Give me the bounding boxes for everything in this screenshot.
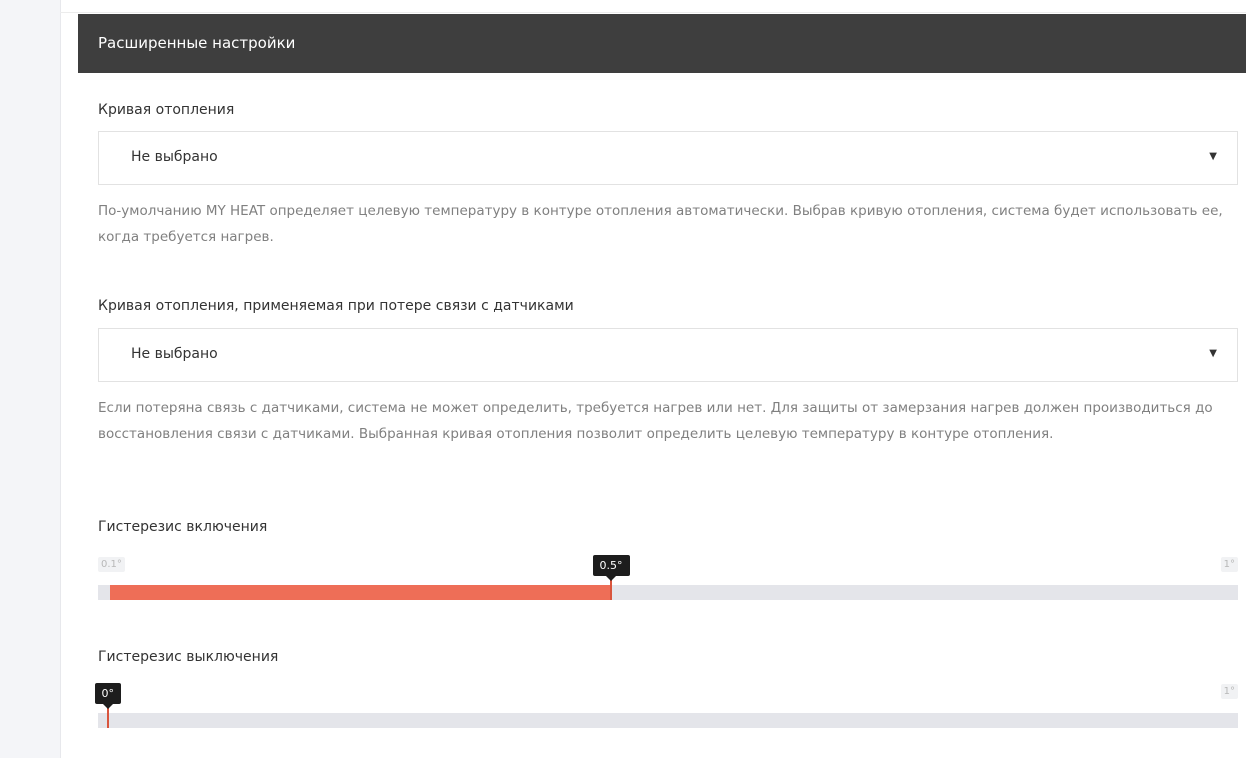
hysteresis-on-label: Гистерезис включения [98, 519, 268, 535]
hysteresis-off-value-tooltip: 0° [94, 683, 121, 709]
fallback-curve-label: Кривая отопления, применяемая при потере… [98, 298, 574, 314]
hysteresis-off-slider[interactable]: 0° [94, 683, 1238, 728]
hysteresis-on-slider[interactable]: 0.5° [98, 555, 1238, 600]
heating-curve-label: Кривая отопления [98, 102, 235, 118]
hysteresis-off-max-label: 1° [1220, 684, 1238, 699]
heating-curve-selected-value: Не выбрано [131, 149, 218, 165]
hysteresis-on-slider-fill [110, 585, 611, 600]
caret-down-icon: ▼ [1209, 151, 1217, 162]
hysteresis-off-slider-handle[interactable] [107, 707, 109, 728]
panel-title: Расширенные настройки [78, 14, 1246, 73]
hysteresis-on-max-label: 1° [1220, 557, 1238, 572]
hysteresis-on-slider-handle[interactable] [610, 579, 612, 600]
caret-down-icon: ▼ [1209, 348, 1217, 359]
heating-curve-hint: По-умолчанию MY HEAT определяет целевую … [98, 203, 1223, 245]
left-sidebar-strip [0, 0, 61, 758]
fallback-curve-select[interactable]: Не выбрано ▼ [98, 328, 1238, 382]
hysteresis-on-min-label: 0.1° [98, 557, 125, 572]
fallback-curve-hint: Если потеряна связь с датчиками, система… [98, 400, 1213, 442]
hysteresis-off-label: Гистерезис выключения [98, 649, 279, 665]
advanced-settings-panel: Расширенные настройки Кривая отопления Н… [78, 14, 1246, 758]
fallback-curve-selected-value: Не выбрано [131, 346, 218, 362]
heating-curve-select[interactable]: Не выбрано ▼ [98, 131, 1238, 185]
hysteresis-on-value-tooltip: 0.5° [592, 555, 630, 581]
top-divider [60, 12, 1246, 13]
